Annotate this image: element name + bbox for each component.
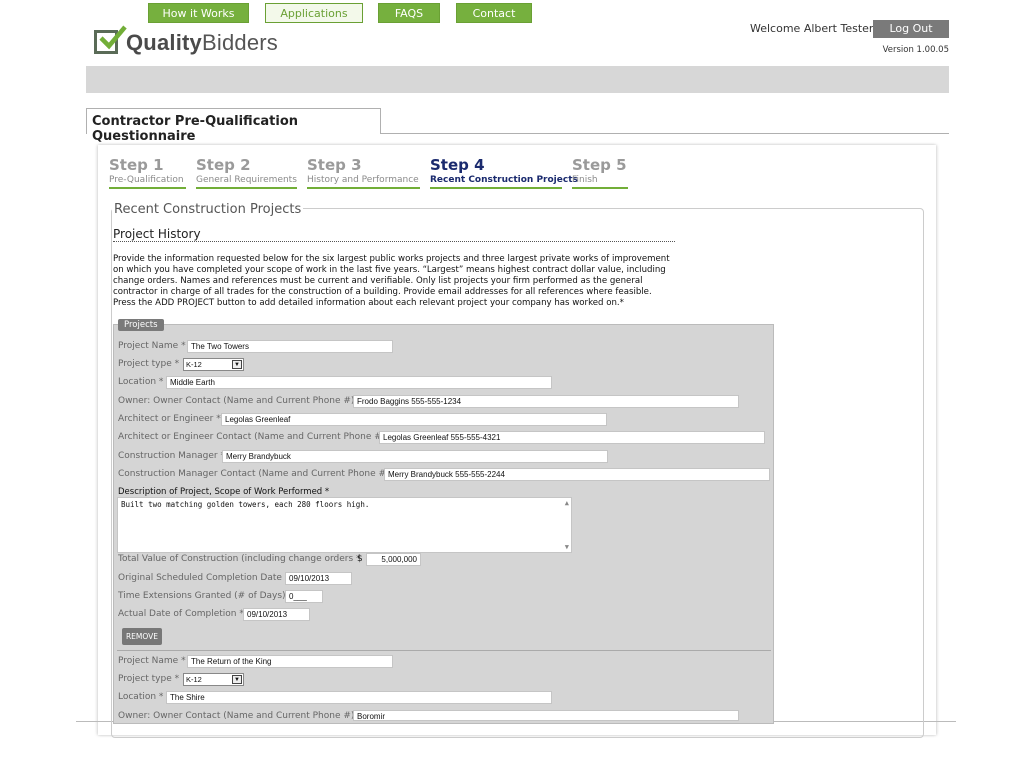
version-text: Version 1.00.05 (882, 45, 949, 55)
tab-questionnaire[interactable]: Contractor Pre-Qualification Questionnai… (86, 108, 381, 144)
instructions-line: on which you have completed your scope o… (113, 265, 666, 275)
step-4[interactable]: Step 4 Recent Construction Projects (430, 156, 578, 189)
label-owner-contact: Owner: Owner Contact (Name and Current P… (118, 711, 362, 721)
select-value: K-12 (186, 360, 202, 369)
label-construction-manager: Construction Manager * (118, 451, 225, 461)
project-name-input[interactable]: The Two Towers (187, 340, 393, 353)
step-progress-bar (109, 187, 186, 189)
label-location: Location * (118, 377, 164, 387)
project-name-input[interactable]: The Return of the King (187, 655, 393, 668)
label-total-value: Total Value of Construction (including c… (118, 554, 361, 564)
step-2[interactable]: Step 2 General Requirements (196, 156, 297, 189)
scroll-up-icon[interactable]: ▲ (565, 499, 569, 507)
label-owner-contact: Owner: Owner Contact (Name and Current P… (118, 396, 362, 406)
location-input[interactable]: The Shire (166, 691, 552, 704)
label-original-completion: Original Scheduled Completion Date * (118, 573, 290, 583)
nav-faqs[interactable]: FAQS (378, 3, 440, 23)
time-extensions-input[interactable]: 0___ (285, 590, 323, 603)
label-actual-completion: Actual Date of Completion * (118, 609, 244, 619)
remove-project-button[interactable]: REMOVE (122, 628, 162, 645)
step-number: Step 4 (430, 156, 485, 174)
step-label: General Requirements (196, 175, 297, 185)
construction-manager-input[interactable]: Merry Brandybuck (222, 450, 608, 463)
instructions-text: Provide the information requested below … (113, 254, 713, 309)
description-text: Built two matching golden towers, each 2… (121, 500, 370, 509)
label-project-type: Project type * (118, 674, 180, 684)
checkmark-logo-icon (94, 25, 127, 58)
chevron-down-icon: ▼ (232, 675, 242, 684)
chevron-down-icon: ▼ (232, 360, 242, 369)
step-label: Recent Construction Projects (430, 175, 578, 185)
step-1[interactable]: Step 1 Pre-Qualification (109, 156, 186, 189)
total-value-input[interactable]: 5,000,000 (366, 553, 421, 566)
label-location: Location * (118, 692, 164, 702)
instructions-line: contractor in charge of all trades for t… (113, 287, 652, 297)
step-label: Finish (572, 175, 598, 185)
step-3[interactable]: Step 3 History and Performance (307, 156, 420, 189)
main-nav (86, 66, 949, 93)
section-title: Recent Construction Projects (112, 202, 304, 217)
instructions-line: Press the ADD PROJECT button to add deta… (113, 298, 624, 308)
step-progress-bar (196, 187, 297, 189)
original-completion-input[interactable]: 09/10/2013 (285, 572, 352, 585)
project-type-select[interactable]: K-12 ▼ (183, 358, 244, 371)
description-textarea[interactable]: Built two matching golden towers, each 2… (117, 497, 572, 553)
cm-contact-input[interactable]: Merry Brandybuck 555-555-2244 (384, 468, 770, 481)
instructions-line: Provide the information requested below … (113, 254, 670, 264)
scroll-down-icon[interactable]: ▼ (565, 543, 569, 551)
logout-button[interactable]: Log Out (873, 20, 949, 38)
project-type-select[interactable]: K-12 ▼ (183, 673, 244, 686)
welcome-text: Welcome Albert Tester (750, 22, 874, 35)
label-architect-contact: Architect or Engineer Contact (Name and … (118, 432, 390, 442)
step-number: Step 1 (109, 156, 164, 174)
step-progress-bar (307, 187, 420, 189)
step-number: Step 2 (196, 156, 251, 174)
owner-contact-input[interactable]: Boromir (353, 710, 739, 721)
label-project-name: Project Name * (118, 656, 186, 666)
location-input[interactable]: Middle Earth (166, 376, 552, 389)
instructions-line: change orders. Names and references must… (113, 276, 643, 286)
step-progress-bar (430, 187, 562, 189)
label-time-extensions: Time Extensions Granted (# of Days) * (118, 591, 293, 601)
architect-contact-input[interactable]: Legolas Greenleaf 555-555-4321 (379, 431, 765, 444)
label-architect: Architect or Engineer * (118, 414, 221, 424)
step-label: History and Performance (307, 175, 419, 185)
project-history-heading: Project History (113, 227, 201, 241)
label-project-type: Project type * (118, 359, 180, 369)
label-description: Description of Project, Scope of Work Pe… (118, 487, 330, 497)
brand-name: QualityBidders (126, 30, 278, 55)
step-label: Pre-Qualification (109, 175, 184, 185)
label-cm-contact: Construction Manager Contact (Name and C… (118, 469, 397, 479)
currency-symbol: $ (357, 554, 363, 564)
actual-completion-input[interactable]: 09/10/2013 (243, 608, 310, 621)
nav-contact[interactable]: Contact (456, 3, 532, 23)
step-number: Step 3 (307, 156, 362, 174)
nav-how-it-works[interactable]: How it Works (148, 3, 249, 23)
nav-applications[interactable]: Applications (265, 3, 363, 23)
brand-logo[interactable]: QualityBidders (94, 25, 278, 60)
label-project-name: Project Name * (118, 341, 186, 351)
step-progress-bar (572, 187, 628, 189)
heading-underline (113, 241, 675, 242)
select-value: K-12 (186, 675, 202, 684)
project-separator (117, 650, 771, 651)
step-5[interactable]: Step 5 Finish (572, 156, 628, 189)
architect-input[interactable]: Legolas Greenleaf (221, 413, 607, 426)
owner-contact-input[interactable]: Frodo Baggins 555-555-1234 (353, 395, 739, 408)
step-number: Step 5 (572, 156, 627, 174)
projects-legend: Projects (118, 319, 164, 331)
